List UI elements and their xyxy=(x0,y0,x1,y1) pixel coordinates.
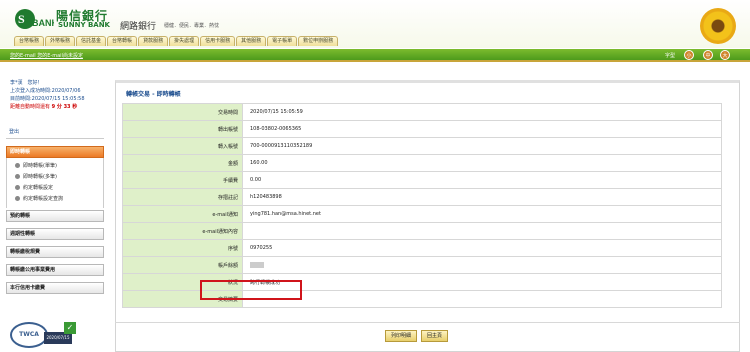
action-buttons: 列印明細 回主頁 xyxy=(385,330,449,342)
submenu-label: 即時轉帳(多筆) xyxy=(23,174,57,180)
font-size-label: 字型 xyxy=(665,53,676,59)
table-row: e-mail通知內容 xyxy=(122,222,722,240)
user-greeting: 李*漢 您好！ xyxy=(10,80,43,86)
tab-twd-transfer[interactable]: 台幣轉帳 xyxy=(107,36,138,46)
field-value: 0.00 xyxy=(242,171,722,189)
field-value: 160.00 xyxy=(242,154,722,172)
submenu-item[interactable]: 即時轉帳(多筆) xyxy=(15,172,103,183)
svg-text:BANK: BANK xyxy=(32,18,54,28)
welcome-block: 李*漢 您好！ 上次登入成功時間:2020/07/06 目前時間:2020/07… xyxy=(10,79,85,111)
submenu-item[interactable]: 即時轉帳(單筆) xyxy=(15,161,103,172)
table-row: 金額 160.00 xyxy=(122,154,722,172)
logout-button[interactable]: 登出 xyxy=(6,127,104,139)
svg-text:S: S xyxy=(18,12,25,26)
bullet-icon xyxy=(15,185,20,190)
top-nav-tabs: 台幣帳務 外幣帳務 信託基金 台幣轉帳 貸款服務 掛失處理 信用卡服務 其他服務… xyxy=(14,36,339,46)
field-label: e-mail通知 xyxy=(122,205,243,223)
current-time: 目前時間:2020/07/15 15:05:58 xyxy=(10,96,85,102)
field-value xyxy=(242,222,722,240)
table-row: 帳戶餘額 xyxy=(122,256,722,274)
bank-slogan: 穩健．便民．專業．熱忱 xyxy=(164,23,220,29)
field-label: 手續費 xyxy=(122,171,243,189)
tab-loan-service[interactable]: 貸款服務 xyxy=(138,36,169,46)
field-value: ying781.han@msa.hinet.net xyxy=(242,205,722,223)
table-row: e-mail通知 ying781.han@msa.hinet.net xyxy=(122,205,722,223)
header: S BANK 陽信銀行 SUNNY BANK 網路銀行 穩健．便民．專業．熱忱 … xyxy=(0,0,750,48)
field-value: 700-0000913110352189 xyxy=(242,137,722,155)
sidebar-item-scheduled-transfer[interactable]: 預約轉帳 xyxy=(6,210,104,222)
sidebar-item-instant-transfer[interactable]: 即時轉帳 xyxy=(6,146,104,158)
sidebar-item-utility-payment[interactable]: 轉帳繳公用事業費用 xyxy=(6,264,104,276)
status-highlight-box xyxy=(200,280,302,300)
field-value xyxy=(242,256,722,274)
sunny-bank-logo[interactable]: S BANK xyxy=(14,8,58,30)
email-setting-link[interactable]: 您的E-mail 您的E-mail尚未設定 xyxy=(10,52,83,59)
page-title: 轉帳交易 - 即時轉帳 xyxy=(126,91,181,98)
tab-e-statement[interactable]: 電子帳單 xyxy=(267,36,298,46)
field-value xyxy=(242,290,722,308)
divider xyxy=(115,322,740,323)
auto-logout-countdown: 距離自動時間還有 9 分 33 秒 xyxy=(10,103,85,111)
submenu-item[interactable]: 約定轉帳設定 xyxy=(15,183,103,194)
sidebar-item-periodic-transfer[interactable]: 週期性轉帳 xyxy=(6,228,104,240)
last-login-time: 上次登入成功時間:2020/07/06 xyxy=(10,88,81,94)
field-label: e-mail通知內容 xyxy=(122,222,243,240)
bullet-icon xyxy=(15,163,20,168)
field-label: 序號 xyxy=(122,239,243,257)
font-size-large-button[interactable]: 大 xyxy=(720,50,730,60)
sidebar-item-tax-payment[interactable]: 轉帳繳稅規費 xyxy=(6,246,104,258)
bullet-icon xyxy=(15,196,20,201)
submenu-label: 約定轉帳設定查詢 xyxy=(23,196,64,202)
sidebar: 李*漢 您好！ 上次登入成功時間:2020/07/06 目前時間:2020/07… xyxy=(0,65,108,352)
font-size-medium-button[interactable]: 中 xyxy=(703,50,713,60)
green-status-bar: 您的E-mail 您的E-mail尚未設定 字型 小 中 大 xyxy=(0,49,750,62)
submenu-label: 即時轉帳(單筆) xyxy=(23,163,57,169)
field-value: 2020/07/15 15:05:59 xyxy=(242,103,722,121)
status-value: 跨行轉帳成功 xyxy=(242,273,722,291)
auto-logout-value: 9 分 33 秒 xyxy=(51,104,78,110)
field-value: h120483898 xyxy=(242,188,722,206)
submenu-label: 約定轉帳設定 xyxy=(23,185,54,191)
tab-credit-card[interactable]: 信用卡服務 xyxy=(200,36,236,46)
field-value: 108-03802-0065365 xyxy=(242,120,722,138)
submenu-item[interactable]: 約定轉帳設定查詢 xyxy=(15,194,103,205)
field-value: 0970255 xyxy=(242,239,722,257)
verified-check-icon: ✓ xyxy=(64,322,76,334)
table-row: 轉入帳號 700-0000913110352189 xyxy=(122,137,722,155)
field-label: 轉入帳號 xyxy=(122,137,243,155)
font-size-small-button[interactable]: 小 xyxy=(684,50,694,60)
field-label: 存摺註記 xyxy=(122,188,243,206)
tab-foreign-accounts[interactable]: 外幣帳務 xyxy=(45,36,76,46)
tab-loss-report[interactable]: 掛失處理 xyxy=(169,36,200,46)
table-row: 序號 0970255 xyxy=(122,239,722,257)
field-label: 帳戶餘額 xyxy=(122,256,243,274)
twca-seal-icon[interactable]: TWCA xyxy=(10,322,48,348)
auto-logout-label: 距離自動時間還有 xyxy=(10,104,51,110)
home-button[interactable]: 回主頁 xyxy=(421,330,449,342)
tab-twd-accounts[interactable]: 台幣帳務 xyxy=(14,36,45,46)
field-label: 金額 xyxy=(122,154,243,172)
tab-digital-application[interactable]: 數位申辦服務 xyxy=(298,36,339,46)
table-row: 手續費 0.00 xyxy=(122,171,722,189)
bullet-icon xyxy=(15,174,20,179)
masked-balance xyxy=(250,261,264,268)
table-row: 交易時間 2020/07/15 15:05:59 xyxy=(122,103,722,121)
tab-other-service[interactable]: 其他服務 xyxy=(236,36,267,46)
field-label: 轉出帳號 xyxy=(122,120,243,138)
table-row: 存摺註記 h120483898 xyxy=(122,188,722,206)
main-panel: 轉帳交易 - 即時轉帳 交易時間 2020/07/15 15:05:59 轉出帳號… xyxy=(115,80,740,352)
table-row: 轉出帳號 108-03802-0065365 xyxy=(122,120,722,138)
logo-english-name: SUNNY BANK xyxy=(58,21,110,29)
sidebar-menu: 登出 即時轉帳 即時轉帳(單筆) 即時轉帳(多筆) 約定轉帳設定 約定轉帳設定查… xyxy=(6,127,104,294)
field-label: 交易時間 xyxy=(122,103,243,121)
transfer-result-table: 交易時間 2020/07/15 15:05:59 轉出帳號 108-03802-00… xyxy=(122,103,722,308)
instant-transfer-submenu: 即時轉帳(單筆) 即時轉帳(多筆) 約定轉帳設定 約定轉帳設定查詢 xyxy=(6,158,104,208)
online-banking-title: 網路銀行 xyxy=(120,22,157,32)
sunflower-icon xyxy=(700,8,736,44)
tab-trust-fund[interactable]: 信託基金 xyxy=(76,36,107,46)
sidebar-item-credit-card-payment[interactable]: 本行信用卡繳費 xyxy=(6,282,104,294)
print-details-button[interactable]: 列印明細 xyxy=(385,330,418,342)
